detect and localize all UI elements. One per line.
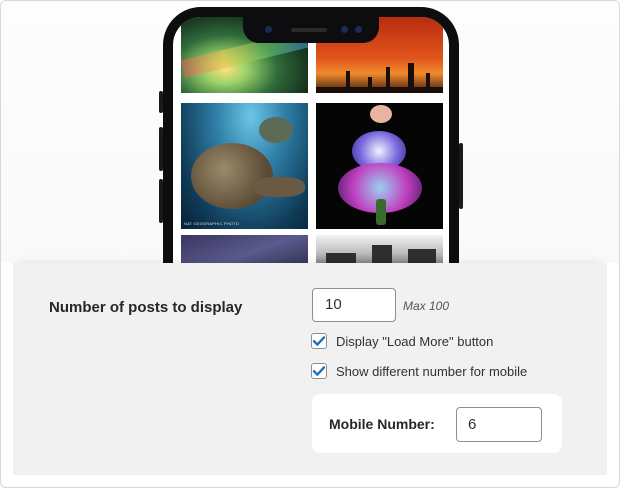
mobile-number-input[interactable]: 6 — [456, 407, 542, 442]
feed-photo-flower — [316, 103, 443, 229]
petal-shape — [370, 105, 392, 123]
phone-power-button — [459, 143, 463, 209]
turtle-shape — [191, 143, 273, 209]
turtle-shape — [259, 117, 293, 143]
phone-side-button — [159, 91, 163, 113]
turtle-flipper-shape — [253, 177, 305, 197]
photo-caption: NAT GEOGRAPHIC PHOTO — [184, 221, 240, 226]
load-more-option[interactable]: Display "Load More" button — [311, 333, 493, 349]
posts-max-note: Max 100 — [403, 299, 450, 313]
camera-icon — [265, 26, 272, 33]
camera-icon — [341, 26, 348, 33]
checkmark-icon — [312, 366, 326, 376]
phone-notch — [243, 17, 379, 43]
settings-panel: Number of posts to display 10 Max 100 Di… — [13, 263, 607, 475]
load-more-label: Display "Load More" button — [336, 333, 494, 349]
app-frame: NAT GEOGRAPHIC PHOTO Number of posts to … — [0, 0, 620, 488]
load-more-checkbox[interactable] — [311, 333, 327, 349]
feed-photo-sea-turtles: NAT GEOGRAPHIC PHOTO — [181, 103, 308, 229]
phone-mockup: NAT GEOGRAPHIC PHOTO — [159, 7, 463, 317]
mobile-different-option[interactable]: Show different number for mobile — [311, 363, 527, 379]
mobile-number-label: Mobile Number: — [329, 416, 435, 432]
speaker-grille — [291, 28, 327, 32]
posts-to-display-label: Number of posts to display — [49, 299, 243, 316]
mobile-different-checkbox[interactable] — [311, 363, 327, 379]
sensor-icon — [355, 26, 362, 33]
phone-volume-up-button — [159, 127, 163, 171]
posts-number-input[interactable]: 10 — [312, 288, 396, 322]
phone-volume-down-button — [159, 179, 163, 223]
ground-shape — [316, 87, 443, 93]
mobile-different-label: Show different number for mobile — [336, 363, 528, 379]
mobile-number-box: Mobile Number: 6 — [312, 394, 562, 453]
checkmark-icon — [312, 336, 326, 346]
stem-shape — [376, 199, 386, 225]
